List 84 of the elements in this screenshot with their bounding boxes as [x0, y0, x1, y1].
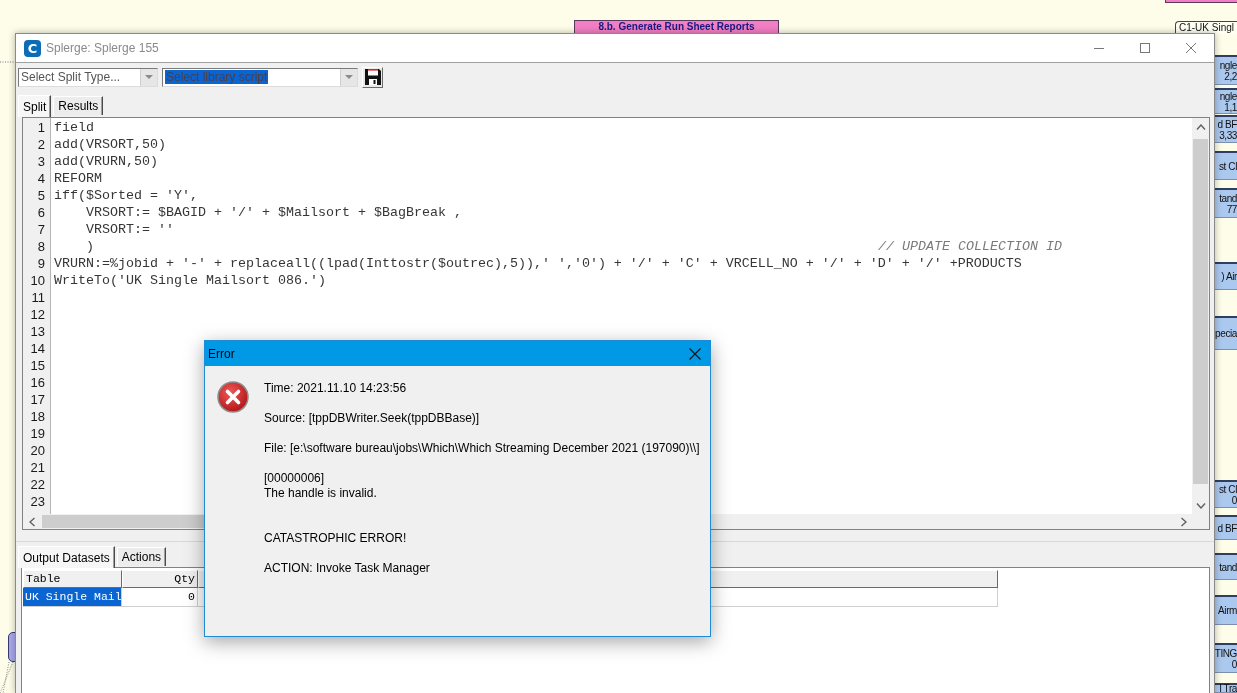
- node-label: Airm: [1218, 605, 1237, 616]
- line-number: 11: [30, 289, 46, 306]
- window-title: Splerge: Splerge 155: [46, 41, 160, 55]
- line-number: 10: [29, 272, 46, 289]
- code-line: VRURN:=%jobid + '-' + replaceall((lpad(Inttostr($outrec),5)),' ','0') + '/' + 'C' + VRCELL_NO + '/' + 'D' + '/' +PRODUCTS: [54, 255, 1022, 272]
- caret-down-icon: [345, 75, 353, 79]
- node-label: 1,1: [1224, 101, 1237, 113]
- tab[interactable]: Split: [18, 95, 52, 117]
- line-number: 22: [29, 476, 46, 493]
- chevron-left-icon: [28, 516, 35, 527]
- node-label: l Tra: [1219, 683, 1237, 693]
- line-number: 2: [36, 136, 46, 153]
- dialog-title: Error: [207, 346, 236, 361]
- minimize-icon: [1094, 47, 1104, 49]
- split-type-dropdown[interactable]: Select Split Type...: [18, 67, 158, 87]
- line-number: 19: [29, 425, 46, 442]
- line-number: 6: [36, 204, 46, 221]
- tab[interactable]: Output Datasets: [18, 546, 115, 568]
- line-number: 3: [36, 153, 46, 170]
- tab[interactable]: Results: [53, 96, 104, 115]
- node-label: ngle: [1219, 59, 1237, 71]
- line-number: 8: [36, 238, 46, 255]
- node-label: 2,2: [1224, 70, 1237, 82]
- line-number: 12: [29, 306, 46, 323]
- code-line: VRSORT:= '': [85, 221, 174, 238]
- column-header: Qty: [122, 570, 198, 588]
- node-label: tand: [1219, 561, 1237, 573]
- code-line: field: [54, 119, 94, 136]
- app-logo: C: [24, 39, 41, 57]
- node-label: 0: [1231, 494, 1237, 506]
- node-label: 77: [1226, 203, 1237, 215]
- chevron-up-icon: [1195, 123, 1206, 130]
- chevron-right-icon: [1180, 516, 1187, 527]
- error-icon: [217, 381, 249, 413]
- node-label: d BF: [1217, 118, 1237, 130]
- line-number: 18: [29, 408, 46, 425]
- line-number: 17: [29, 391, 46, 408]
- table-cell: UK Single Mail: [23, 588, 122, 607]
- error-message: Time: 2021.11.10 14:23:56 Source: [tppDBWriter.Seek(tppDBBase)] File: [e:\software bureau\jobs\Which\Which Streaming December 2021 (197090)\\] [00000006] The handle is invalid. CATASTROPHIC ERROR! ACTION: Invoke Task Manager: [264, 381, 700, 576]
- line-number: 20: [29, 442, 46, 459]
- line-number: 14: [29, 340, 46, 357]
- line-number: 5: [36, 187, 46, 204]
- line-number: 21: [29, 459, 46, 476]
- vertical-scrollbar[interactable]: [1192, 118, 1209, 514]
- code-line: iff($Sorted = 'Y',: [54, 187, 198, 204]
- node-label: ngle: [1219, 90, 1237, 102]
- node-label: pecia: [1215, 328, 1237, 339]
- close-icon: [1186, 43, 1196, 53]
- connector-line: [0, 59, 15, 65]
- node-label: st Cl: [1219, 160, 1237, 172]
- node-label: d BF: [1217, 522, 1237, 534]
- node-label: C1-UK Singl: [1179, 22, 1235, 33]
- line-number: 16: [29, 374, 46, 391]
- line-number: 4: [36, 170, 46, 187]
- node-label: st Cl: [1219, 483, 1237, 495]
- caret-down-icon: [145, 75, 153, 79]
- node-label: 0: [1231, 658, 1237, 670]
- code-line: add(VRURN,50): [54, 153, 158, 170]
- tab[interactable]: Actions: [116, 547, 167, 566]
- code-line: REFORM: [54, 170, 102, 187]
- code-line: add(VRSORT,50): [54, 136, 166, 153]
- node-label: 3,33: [1219, 129, 1237, 141]
- line-number: 23: [29, 493, 46, 510]
- close-icon: [689, 347, 701, 360]
- scrollbar-thumb[interactable]: [1193, 139, 1208, 484]
- connector-line: [0, 662, 14, 693]
- node-label: TING: [1214, 647, 1237, 659]
- column-header: Table: [23, 570, 122, 588]
- node-label: tand: [1219, 192, 1237, 204]
- maximize-icon: [1140, 43, 1150, 53]
- node-label: 8.b. Generate Run Sheet Reports: [598, 21, 755, 32]
- line-number: 13: [29, 323, 46, 340]
- code-line: ): [85, 238, 94, 255]
- line-number: 15: [29, 357, 46, 374]
- table-cell: 0: [122, 588, 198, 607]
- save-button[interactable]: [362, 66, 383, 88]
- node-label: ) Air: [1221, 271, 1237, 282]
- code-comment: // UPDATE COLLECTION ID: [878, 238, 1062, 255]
- code-line: VRSORT:= $BAGID + '/' + $Mailsort + $BagBreak ,: [85, 204, 462, 221]
- line-number: 7: [36, 221, 46, 238]
- line-number: 9: [36, 255, 46, 272]
- code-line: WriteTo('UK Single Mailsort 086.'): [54, 272, 326, 289]
- line-number: 1: [36, 119, 46, 136]
- chevron-down-icon: [1195, 502, 1206, 509]
